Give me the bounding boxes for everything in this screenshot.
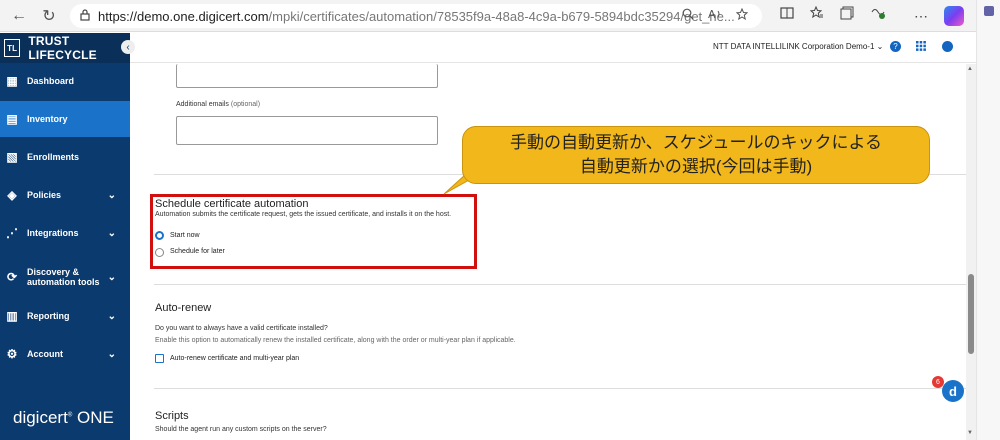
divider <box>154 284 976 285</box>
autorenew-checkbox[interactable] <box>155 354 164 363</box>
callout: 手動の自動更新か、スケジュールのキックによる 自動更新かの選択(今回は手動) <box>462 126 930 184</box>
svg-text:A: A <box>708 8 716 20</box>
autorenew-desc: Enable this option to automatically rene… <box>155 337 516 344</box>
scripts-title: Scripts <box>155 410 189 422</box>
sidebar-item-integrations[interactable]: ⋰ Integrations ⌄ <box>0 215 130 251</box>
help-icon[interactable]: ? <box>890 41 901 52</box>
sidebar-item-enrollments[interactable]: ▧ Enrollments <box>0 139 130 175</box>
brand-logo: TL <box>4 39 21 57</box>
org-selector[interactable]: NTT DATA INTELLILINK Corporation Demo-1 … <box>713 42 883 51</box>
sidebar-item-dashboard[interactable]: ▦ Dashboard <box>0 63 130 99</box>
split-screen-icon[interactable] <box>780 6 794 23</box>
collapse-sidebar-icon[interactable]: ‹ <box>121 40 135 54</box>
autorenew-checkbox-label: Auto-renew certificate and multi-year pl… <box>170 355 300 362</box>
sidebar-item-label: Integrations <box>27 228 79 238</box>
address-bar[interactable]: https://demo.one.digicert.com/mpki/certi… <box>70 4 762 28</box>
chevron-down-icon: ⌄ <box>107 227 116 239</box>
chevron-down-icon: ⌄ <box>876 42 884 51</box>
back-icon[interactable]: ← <box>8 5 30 27</box>
url-path: /mpki/certificates/automation/78535f9a-4… <box>268 8 735 24</box>
edge-sidebar <box>976 0 1000 440</box>
lock-icon <box>80 8 90 24</box>
app-grid-icon[interactable] <box>916 40 926 54</box>
sidebar-item-label: Policies <box>27 190 62 200</box>
integrations-icon: ⋰ <box>6 226 18 240</box>
sidebar-item-policies[interactable]: ◈ Policies ⌄ <box>0 177 130 213</box>
scroll-up-icon[interactable]: ▲ <box>967 66 973 72</box>
digicert-logo: digicert® ONE <box>13 408 114 427</box>
sidebar-item-inventory[interactable]: ▤ Inventory <box>0 101 130 137</box>
read-aloud-icon[interactable]: A <box>708 8 722 23</box>
scroll-down-icon[interactable]: ▼ <box>967 430 973 436</box>
browser-toolbar: ← ↻ https://demo.one.digicert.com/mpki/c… <box>0 0 1000 32</box>
sidebar-item-label-2: automation tools <box>27 277 100 287</box>
chevron-down-icon: ⌄ <box>107 271 116 283</box>
reporting-icon: ▥ <box>6 309 18 323</box>
user-avatar-icon[interactable] <box>942 41 953 52</box>
chevron-down-icon: ⌄ <box>107 189 116 201</box>
chat-help-button[interactable]: d <box>942 380 964 402</box>
scripts-question: Should the agent run any custom scripts … <box>155 426 327 433</box>
chevron-down-icon: ⌄ <box>107 310 116 322</box>
policies-icon: ◈ <box>7 188 17 202</box>
autorenew-question: Do you want to always have a valid certi… <box>155 325 328 332</box>
sidebar: TL TRUST LIFECYCLE ‹ ▦ Dashboard ▤ Inven… <box>0 33 135 440</box>
sidebar-item-label: Account <box>27 349 63 359</box>
sidebar-item-label: Discovery & <box>27 267 80 277</box>
notification-badge: 6 <box>932 376 944 388</box>
favorites-icon[interactable] <box>809 5 824 23</box>
textarea-previous[interactable] <box>176 64 438 88</box>
brand: TL TRUST LIFECYCLE <box>0 33 130 63</box>
url-host: https://demo.one.digicert.com <box>98 8 269 24</box>
autorenew-title: Auto-renew <box>155 302 212 314</box>
chevron-down-icon: ⌄ <box>107 348 116 360</box>
topbar: NTT DATA INTELLILINK Corporation Demo-1 … <box>130 33 976 63</box>
extensions-icon[interactable] <box>870 6 886 23</box>
discovery-icon: ⟳ <box>6 270 18 284</box>
scrollbar[interactable]: ▲ ▼ <box>966 64 976 440</box>
sidebar-item-label: Dashboard <box>27 76 75 86</box>
dashboard-icon: ▦ <box>6 74 18 88</box>
favorite-star-icon[interactable] <box>735 7 749 23</box>
brand-name: TRUST LIFECYCLE <box>28 34 97 62</box>
enrollments-icon: ▧ <box>6 150 18 164</box>
sidebar-item-label: Inventory <box>27 114 68 124</box>
sidebar-item-discovery[interactable]: ⟳ Discovery & automation tools ⌄ <box>0 257 130 297</box>
copilot-icon[interactable] <box>944 6 964 26</box>
sidebar-item-account[interactable]: ⚙ Account ⌄ <box>0 336 130 372</box>
sidebar-item-label: Reporting <box>27 311 70 321</box>
callout-line-1: 手動の自動更新か、スケジュールのキックによる <box>510 133 882 152</box>
collections-icon[interactable] <box>840 6 854 23</box>
zoom-icon[interactable] <box>682 8 694 23</box>
main-content: Additional emails (optional) Schedule ce… <box>130 64 976 440</box>
inventory-icon: ▤ <box>6 112 18 126</box>
callout-line-2: 自動更新かの選択(今回は手動) <box>579 157 813 176</box>
account-icon: ⚙ <box>6 347 18 361</box>
divider <box>154 388 976 389</box>
refresh-icon[interactable]: ↻ <box>38 5 60 27</box>
teams-icon[interactable] <box>983 6 994 16</box>
sidebar-item-reporting[interactable]: ▥ Reporting ⌄ <box>0 298 130 334</box>
more-options-icon[interactable]: ⋯ <box>914 8 928 25</box>
sidebar-item-label: Enrollments <box>27 152 80 162</box>
additional-emails-field[interactable] <box>176 116 438 145</box>
scroll-thumb[interactable] <box>968 274 974 354</box>
additional-emails-label: Additional emails (optional) <box>176 101 261 108</box>
highlight-box <box>150 194 477 269</box>
